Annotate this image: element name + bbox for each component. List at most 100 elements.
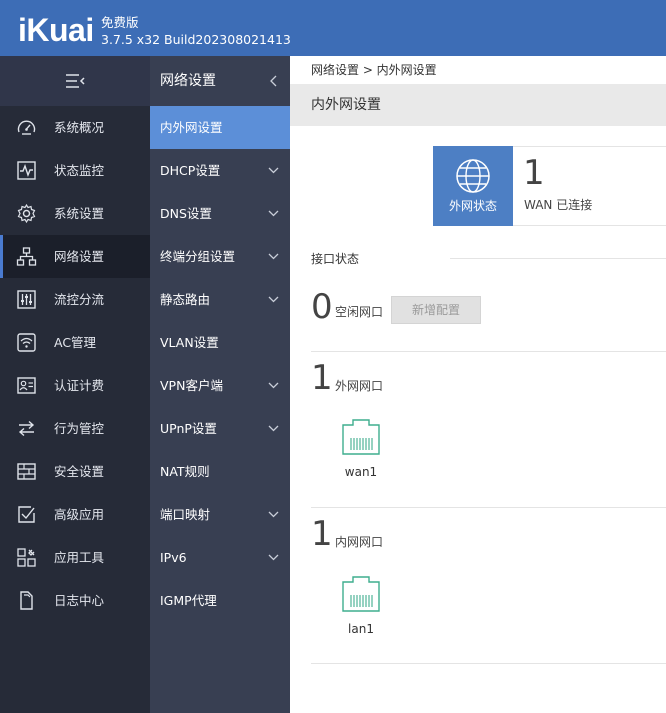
submenu-item-label: UPnP设置 <box>160 421 217 436</box>
sidebar-item-label: 认证计费 <box>54 378 105 393</box>
wan-connected-text: WAN 已连接 <box>524 198 593 212</box>
port-label: wan1 <box>344 465 378 479</box>
chevron-down-icon <box>268 511 279 518</box>
submenu-item-igmp-proxy[interactable]: IGMP代理 <box>150 579 290 622</box>
sidebar-item-system-settings[interactable]: 系统设置 <box>0 192 150 235</box>
sidebar-item-advanced-apps[interactable]: 高级应用 <box>0 493 150 536</box>
heading-divider <box>450 258 666 259</box>
document-icon <box>20 591 33 610</box>
menu-collapse-icon[interactable] <box>64 70 86 92</box>
submenu-item-label: IPv6 <box>160 550 187 565</box>
submenu-item-label: 端口映射 <box>160 507 211 522</box>
main-content: 网络设置 > 内外网设置 内外网设置 外网状态 1 WAN 已连接 接口状态 0… <box>290 56 666 713</box>
ethernet-port-icon <box>342 419 380 455</box>
ethernet-port-icon <box>342 576 380 612</box>
chevron-down-icon <box>268 554 279 561</box>
port-label: lan1 <box>348 622 374 636</box>
sidebar-item-label: 系统概况 <box>54 120 105 135</box>
chevron-down-icon <box>268 296 279 303</box>
sidebar-item-behavior-control[interactable]: 行为管控 <box>0 407 150 450</box>
wifi-ap-icon <box>17 333 36 352</box>
user-card-icon <box>17 377 36 394</box>
breadcrumb: 网络设置 > 内外网设置 <box>311 63 437 77</box>
submenu-item-vpn-client[interactable]: VPN客户端 <box>150 364 290 407</box>
submenu-item-label: VLAN设置 <box>160 335 219 350</box>
submenu-item-label: 静态路由 <box>160 292 211 307</box>
sidebar-item-app-tools[interactable]: 应用工具 <box>0 536 150 579</box>
submenu-item-vlan[interactable]: VLAN设置 <box>150 321 290 364</box>
idle-port-label: 空闲网口 <box>335 305 384 319</box>
idle-port-count: 0 <box>311 287 333 327</box>
sidebar-item-security[interactable]: 安全设置 <box>0 450 150 493</box>
sidebar-item-label: 日志中心 <box>54 593 105 608</box>
submenu-item-nat-rules[interactable]: NAT规则 <box>150 450 290 493</box>
section-divider <box>311 351 666 352</box>
gear-icon <box>17 203 36 224</box>
sidebar-item-network-settings[interactable]: 网络设置 <box>0 235 150 278</box>
globe-icon <box>456 159 490 193</box>
submenu-item-label: DNS设置 <box>160 206 212 221</box>
lan-port-label: 内网网口 <box>335 535 384 549</box>
sidebar-item-label: 应用工具 <box>54 550 105 565</box>
wan-connected-count: 1 <box>523 153 545 193</box>
chevron-down-icon <box>268 253 279 260</box>
page-title-bar: 内外网设置 <box>290 84 666 126</box>
version-label: 3.7.5 x32 Build202308021413 <box>101 32 291 47</box>
top-header: iKuai 免费版 3.7.5 x32 Build202308021413 <box>0 0 666 56</box>
network-topology-icon <box>16 247 37 266</box>
submenu-item-lan-wan[interactable]: 内外网设置 <box>150 106 290 149</box>
wan-summary-card: 1 WAN 已连接 <box>513 146 666 226</box>
sidebar-item-label: 高级应用 <box>54 507 105 522</box>
sidebar-item-label: 安全设置 <box>54 464 105 479</box>
page-title: 内外网设置 <box>311 97 381 113</box>
submenu-item-dhcp[interactable]: DHCP设置 <box>150 149 290 192</box>
chevron-down-icon <box>268 382 279 389</box>
main-sidebar: 系统概况 状态监控 系统设置 网络设置 流控分流 AC管理 认证计费 行为管控 … <box>0 56 150 713</box>
submenu-item-label: NAT规则 <box>160 464 210 479</box>
submenu-item-label: DHCP设置 <box>160 163 221 178</box>
sidebar-item-flow-control[interactable]: 流控分流 <box>0 278 150 321</box>
wan-status-button[interactable]: 外网状态 <box>433 146 513 226</box>
chevron-down-icon <box>268 425 279 432</box>
submenu-item-label: 内外网设置 <box>160 120 223 135</box>
submenu-item-upnp[interactable]: UPnP设置 <box>150 407 290 450</box>
tools-grid-icon <box>17 548 36 567</box>
ikuai-logo: iKuai <box>18 12 94 48</box>
wan-port-count: 1 <box>311 358 333 398</box>
port-wan1[interactable]: wan1 <box>331 418 391 488</box>
submenu-title: 网络设置 <box>160 73 216 89</box>
wan-status-label: 外网状态 <box>448 199 497 213</box>
port-lan1[interactable]: lan1 <box>331 575 391 645</box>
submenu-header: 网络设置 <box>150 56 290 106</box>
sidebar-header <box>0 56 150 106</box>
section-divider <box>311 663 666 664</box>
wan-port-label: 外网网口 <box>335 379 384 393</box>
submenu-item-label: 终端分组设置 <box>160 249 236 264</box>
lan-port-count: 1 <box>311 514 333 554</box>
firewall-icon <box>17 463 36 480</box>
edition-label: 免费版 <box>101 15 139 30</box>
chevron-down-icon <box>268 167 279 174</box>
submenu-item-port-mapping[interactable]: 端口映射 <box>150 493 290 536</box>
sidebar-item-auth-billing[interactable]: 认证计费 <box>0 364 150 407</box>
chevron-left-icon[interactable] <box>269 75 277 87</box>
submenu-item-terminal-groups[interactable]: 终端分组设置 <box>150 235 290 278</box>
network-submenu: 网络设置 内外网设置 DHCP设置 DNS设置 终端分组设置 静态路由 VLAN… <box>150 56 290 713</box>
submenu-item-dns[interactable]: DNS设置 <box>150 192 290 235</box>
sidebar-item-log-center[interactable]: 日志中心 <box>0 579 150 622</box>
section-divider <box>311 507 666 508</box>
sidebar-item-overview[interactable]: 系统概况 <box>0 106 150 149</box>
sidebar-item-label: AC管理 <box>54 335 97 350</box>
sidebar-item-label: 状态监控 <box>54 163 105 178</box>
sidebar-item-label: 行为管控 <box>54 421 105 436</box>
chevron-down-icon <box>268 210 279 217</box>
sidebar-item-label: 网络设置 <box>54 249 105 264</box>
sidebar-item-monitor[interactable]: 状态监控 <box>0 149 150 192</box>
sidebar-item-ac-management[interactable]: AC管理 <box>0 321 150 364</box>
submenu-item-label: IGMP代理 <box>160 593 217 608</box>
submenu-item-label: VPN客户端 <box>160 378 223 393</box>
add-config-button[interactable]: 新增配置 <box>391 296 481 324</box>
submenu-item-static-routes[interactable]: 静态路由 <box>150 278 290 321</box>
sliders-icon <box>17 290 36 309</box>
submenu-item-ipv6[interactable]: IPv6 <box>150 536 290 579</box>
